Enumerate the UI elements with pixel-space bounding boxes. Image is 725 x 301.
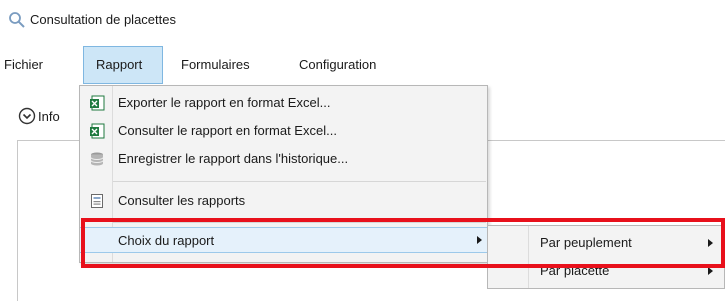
menu-configuration[interactable]: Configuration <box>299 46 409 84</box>
menu-configuration-label: Configuration <box>299 57 377 72</box>
menu-bar: Fichier Rapport Formulaires Configuratio… <box>0 46 725 84</box>
menu-item-consulter-excel[interactable]: Consulter le rapport en format Excel... <box>80 118 487 144</box>
menu-fichier-label: Fichier <box>4 57 44 72</box>
menu-item-enregistrer-historique[interactable]: Enregistrer le rapport dans l'historique… <box>80 146 487 172</box>
menu-item-label: Exporter le rapport en format Excel... <box>118 95 331 110</box>
chevron-down-circle-icon[interactable] <box>18 107 36 125</box>
menu-separator <box>113 222 486 223</box>
menu-item-label: Par peuplement <box>540 235 632 250</box>
menu-item-label: Consulter le rapport en format Excel... <box>118 123 337 138</box>
menu-fichier[interactable]: Fichier <box>4 46 70 84</box>
menu-item-choix-rapport[interactable]: Choix du rapport <box>80 227 487 253</box>
menu-item-label: Consulter les rapports <box>118 193 246 208</box>
excel-icon <box>90 123 105 139</box>
menu-rapport[interactable]: Rapport <box>83 46 163 84</box>
menu-item-label: Enregistrer le rapport dans l'historique… <box>118 151 349 166</box>
menu-item-label: Par placette <box>540 263 610 278</box>
menu-item-par-peuplement[interactable]: Par peuplement <box>488 230 724 256</box>
submenu-arrow-icon <box>477 236 482 244</box>
database-icon <box>90 152 104 166</box>
excel-icon <box>90 95 105 111</box>
search-icon <box>9 12 25 28</box>
menu-item-exporter-excel[interactable]: Exporter le rapport en format Excel... <box>80 90 487 116</box>
menu-rapport-label: Rapport <box>96 57 143 72</box>
menu-item-consulter-rapports[interactable]: Consulter les rapports <box>80 188 487 214</box>
submenu-arrow-icon <box>708 239 713 247</box>
window-title: Consultation de placettes <box>30 12 176 27</box>
rapport-dropdown-menu: Exporter le rapport en format Excel... C… <box>79 85 488 263</box>
menu-item-par-placette[interactable]: Par placette <box>488 258 724 284</box>
title-bar: Consultation de placettes <box>0 0 725 40</box>
report-window-icon <box>91 194 103 208</box>
menu-formulaires-label: Formulaires <box>181 57 250 72</box>
info-label[interactable]: Info <box>38 109 60 124</box>
menu-formulaires[interactable]: Formulaires <box>181 46 271 84</box>
submenu-arrow-icon <box>708 267 713 275</box>
menu-separator <box>113 181 486 182</box>
choix-rapport-submenu: Par peuplement Par placette <box>487 225 725 289</box>
menu-item-label: Choix du rapport <box>118 233 215 248</box>
